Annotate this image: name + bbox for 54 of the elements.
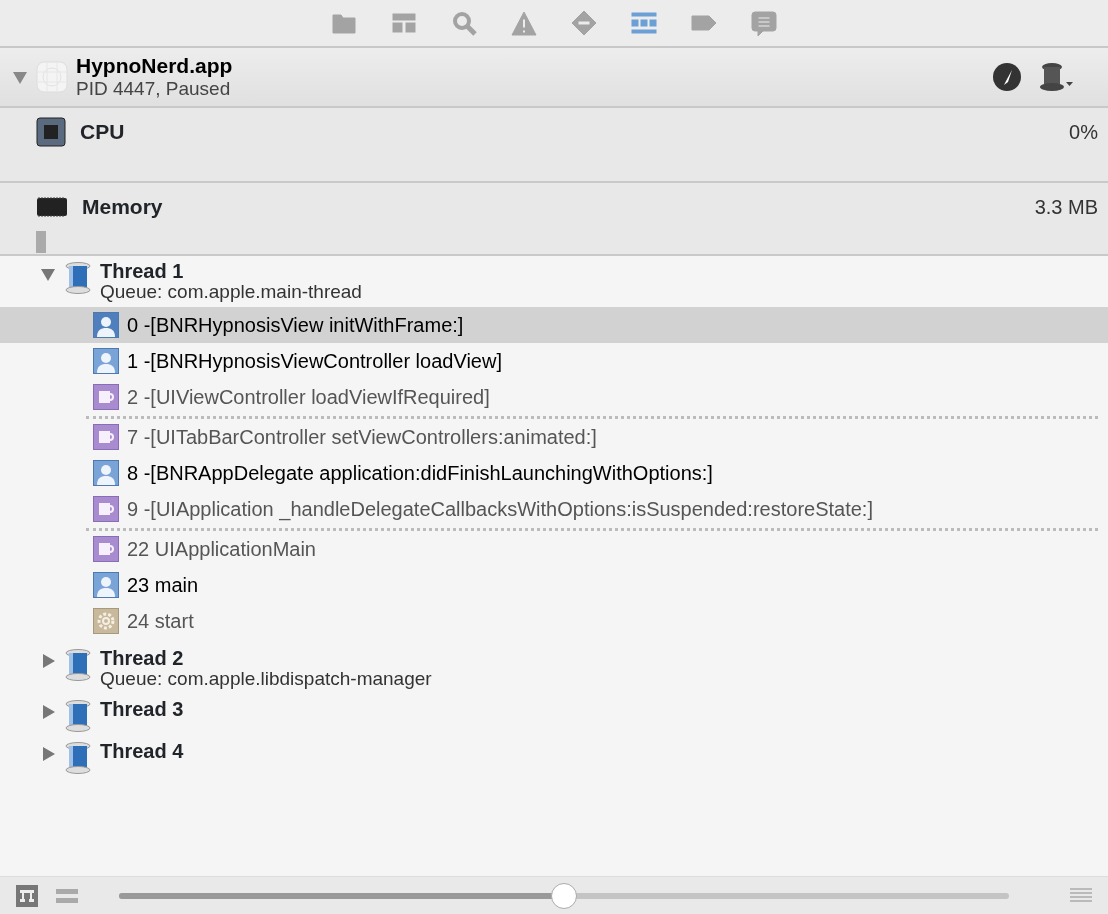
stack-frame-row[interactable]: 8 -[BNRAppDelegate application:didFinishLaunchingWithOptions:] — [0, 454, 1108, 491]
stack-frame-row[interactable]: 7 -[UITabBarController setViewControllers:animated:] — [0, 418, 1108, 455]
disclosure-triangle-icon[interactable] — [40, 652, 56, 669]
disclosure-triangle-icon[interactable] — [12, 69, 28, 85]
mug-icon — [93, 383, 119, 410]
stack-frame-row[interactable]: 0 -[BNRHypnosisView initWithFrame:] — [0, 306, 1108, 343]
thread-name: Thread 1 — [100, 260, 185, 282]
stack-frame-row[interactable]: 22 UIApplicationMain — [0, 530, 1108, 567]
mug-icon — [93, 535, 119, 562]
thread-name: Thread 3 — [100, 697, 184, 720]
stack-frame-row[interactable]: 9 -[UIApplication _handleDelegateCallbacksWithOptions:isSuspended:restoreState:] — [0, 490, 1108, 527]
gauge-reading: 3.3 MB — [1034, 194, 1098, 220]
person-icon — [93, 347, 119, 374]
spool-icon — [64, 262, 92, 294]
gauge-name: Memory — [82, 194, 163, 220]
memory-usage-graph — [36, 230, 46, 253]
process-name: HypnoNerd.app — [76, 53, 233, 79]
stack-frame-row[interactable]: 2 -[UIViewController loadViewIfRequired] — [0, 378, 1108, 415]
warning-icon[interactable] — [511, 10, 537, 36]
disclosure-triangle-icon[interactable] — [40, 266, 56, 282]
gauge-reading: 0% — [1069, 119, 1098, 145]
gauge-name: CPU — [80, 119, 125, 145]
person-icon — [93, 311, 119, 338]
hierarchy-icon[interactable] — [391, 10, 417, 36]
stack-frame-row[interactable]: 1 -[BNRHypnosisViewController loadView] — [0, 342, 1108, 379]
person-icon — [93, 571, 119, 598]
search-icon[interactable] — [451, 10, 477, 36]
disclosure-triangle-icon[interactable] — [40, 745, 56, 762]
cpu-chip-icon — [36, 116, 66, 147]
process-status: PID 4447, Paused — [76, 78, 232, 101]
mug-icon — [93, 495, 119, 522]
spool-icon — [64, 741, 92, 774]
rows-icon[interactable] — [56, 886, 78, 905]
spool-dropdown-icon[interactable] — [1038, 62, 1074, 92]
disclosure-triangle-icon[interactable] — [40, 703, 56, 720]
thread-queue: Queue: com.apple.libdispatch-manager — [100, 668, 432, 690]
gauge-icon[interactable] — [992, 62, 1022, 92]
thread-name: Thread 4 — [100, 739, 184, 762]
stack-frame-row[interactable]: 24 start — [0, 602, 1108, 639]
gear-icon — [93, 607, 119, 634]
hierarchy-icon[interactable] — [16, 884, 38, 907]
list-icon[interactable] — [1070, 887, 1092, 904]
mug-icon — [93, 423, 119, 450]
thread-list-icon[interactable] — [631, 10, 657, 36]
stop-sign-icon[interactable] — [571, 10, 597, 36]
slider-thumb[interactable] — [551, 882, 577, 909]
speech-bubble-icon[interactable] — [751, 10, 777, 36]
stack-frame-row[interactable]: 23 main — [0, 566, 1108, 603]
spool-icon — [64, 648, 92, 681]
person-icon — [93, 459, 119, 486]
memory-chip-icon — [36, 194, 68, 219]
thread-name: Thread 2 — [100, 646, 185, 669]
spool-icon — [64, 699, 92, 732]
thread-queue: Queue: com.apple.main-thread — [100, 282, 362, 303]
